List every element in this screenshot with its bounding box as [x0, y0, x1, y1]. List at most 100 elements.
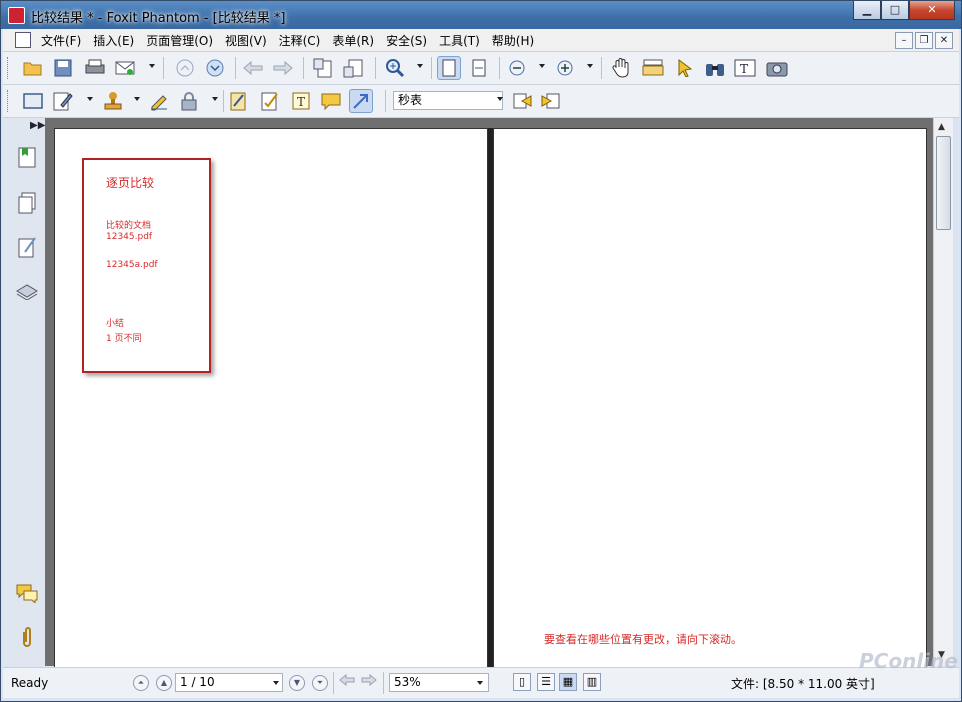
- back-icon[interactable]: [241, 56, 265, 80]
- comments-panel-icon[interactable]: [15, 580, 39, 606]
- font-select[interactable]: 秒表: [393, 91, 503, 110]
- continuous-view-icon[interactable]: ☰: [537, 673, 555, 691]
- email-icon[interactable]: [113, 56, 137, 80]
- minimize-button[interactable]: ▁: [853, 1, 881, 20]
- watermark: PConline: [859, 649, 958, 673]
- first-page-icon[interactable]: ⏶: [133, 675, 149, 691]
- fit-page-icon[interactable]: [437, 56, 461, 80]
- status-forward-icon[interactable]: [359, 670, 379, 690]
- next-difference-icon[interactable]: [539, 89, 563, 113]
- lock-icon[interactable]: [177, 89, 201, 113]
- continuous-facing-view-icon[interactable]: ▥: [583, 673, 601, 691]
- arrow-tool-icon[interactable]: [349, 89, 373, 113]
- document-view[interactable]: 逐页比较 比较的文档 12345.pdf 12345a.pdf 小结 1 页不同…: [45, 118, 933, 668]
- insert-page-icon[interactable]: [311, 56, 335, 80]
- next-page-icon[interactable]: [203, 56, 227, 80]
- note-edit-icon[interactable]: [51, 89, 75, 113]
- menu-comment[interactable]: 注释(C): [279, 32, 327, 49]
- zoom-level-dropdown-icon[interactable]: [477, 681, 483, 685]
- maximize-button[interactable]: □: [881, 1, 909, 20]
- main-toolbar: T: [3, 52, 959, 85]
- zoom-out-dropdown-icon[interactable]: [539, 64, 545, 68]
- next-page-status-icon[interactable]: ▼: [289, 675, 305, 691]
- single-page-view-icon[interactable]: ▯: [513, 673, 531, 691]
- note-edit-dropdown-icon[interactable]: [87, 97, 93, 101]
- menu-help[interactable]: 帮助(H): [492, 32, 540, 49]
- text-select-icon[interactable]: T: [733, 56, 757, 80]
- facing-view-icon[interactable]: ▦: [559, 673, 577, 691]
- previous-difference-icon[interactable]: [510, 89, 534, 113]
- zoom-in-dropdown-icon[interactable]: [587, 64, 593, 68]
- page-number-field[interactable]: 1 / 10: [175, 673, 283, 692]
- summary-title: 逐页比较: [106, 176, 155, 190]
- navigation-panel: ▶▶: [3, 118, 45, 666]
- find-binoculars-icon[interactable]: [703, 56, 727, 80]
- print-icon[interactable]: [83, 56, 107, 80]
- svg-text:T: T: [297, 95, 305, 109]
- lock-dropdown-icon[interactable]: [212, 97, 218, 101]
- compared-document-1: 12345.pdf: [106, 232, 153, 242]
- vertical-scrollbar[interactable]: ▲ ▼: [933, 118, 953, 666]
- zoom-tool-icon[interactable]: [383, 56, 407, 80]
- mdi-close-button[interactable]: ✕: [935, 32, 953, 49]
- zoom-in-icon[interactable]: [553, 56, 577, 80]
- zoom-level-field[interactable]: 53%: [389, 673, 489, 692]
- document-icon[interactable]: [15, 32, 31, 48]
- toolbar-grip-2[interactable]: [7, 90, 11, 112]
- pages-thumbnail-icon[interactable]: [15, 190, 39, 216]
- page-number-dropdown-icon[interactable]: [273, 681, 279, 685]
- left-page[interactable]: 逐页比较 比较的文档 12345.pdf 12345a.pdf 小结 1 页不同: [54, 128, 488, 668]
- previous-page-icon[interactable]: [173, 56, 197, 80]
- fit-width-icon[interactable]: [467, 56, 491, 80]
- bookmarks-icon[interactable]: [15, 144, 39, 170]
- font-select-dropdown-icon[interactable]: [497, 97, 503, 101]
- previous-page-status-icon[interactable]: ▲: [156, 675, 172, 691]
- status-back-icon[interactable]: [337, 670, 357, 690]
- hand-tool-icon[interactable]: [609, 56, 633, 80]
- open-folder-icon[interactable]: [21, 56, 45, 80]
- extract-page-icon[interactable]: [341, 56, 365, 80]
- last-page-icon[interactable]: ⏷: [312, 675, 328, 691]
- stamp-dropdown-icon[interactable]: [134, 97, 140, 101]
- attachments-paperclip-icon[interactable]: [15, 624, 39, 650]
- comment-bubble-icon[interactable]: [319, 89, 343, 113]
- app-window: 比较结果 * - Foxit Phantom - [比较结果 *] ▁ □ ✕ …: [0, 0, 962, 702]
- rectangle-tool-icon[interactable]: [21, 89, 45, 113]
- scroll-thumb[interactable]: [936, 136, 951, 230]
- window-title: 比较结果 * - Foxit Phantom - [比较结果 *]: [31, 11, 286, 26]
- menu-view[interactable]: 视图(V): [225, 32, 273, 49]
- stamp-icon[interactable]: [101, 89, 125, 113]
- menu-security[interactable]: 安全(S): [386, 32, 433, 49]
- menu-tools[interactable]: 工具(T): [439, 32, 486, 49]
- save-icon[interactable]: [51, 56, 75, 80]
- menu-form[interactable]: 表单(R): [332, 32, 380, 49]
- text-box-icon[interactable]: T: [289, 89, 313, 113]
- foxit-app-icon[interactable]: [8, 7, 25, 24]
- mdi-restore-button[interactable]: ❐: [915, 32, 933, 49]
- toolbar-grip[interactable]: [7, 57, 11, 79]
- typewriter-icon[interactable]: [641, 56, 665, 80]
- expand-panel-icon[interactable]: ▶▶: [30, 120, 45, 131]
- select-arrow-icon[interactable]: [673, 56, 697, 80]
- scroll-hint-text: 要查看在哪些位置有更改，请向下滚动。: [544, 633, 742, 646]
- menu-file[interactable]: 文件(F): [41, 32, 87, 49]
- summary-label: 小结: [106, 319, 125, 329]
- comment-toolbar: T 秒表: [3, 85, 959, 118]
- svg-text:T: T: [740, 62, 748, 76]
- close-button[interactable]: ✕: [909, 1, 955, 20]
- layers-icon[interactable]: [15, 278, 39, 304]
- zoom-out-icon[interactable]: [505, 56, 529, 80]
- right-page[interactable]: 要查看在哪些位置有更改，请向下滚动。: [493, 128, 927, 668]
- highlight-note-icon[interactable]: [227, 89, 251, 113]
- mdi-minimize-button[interactable]: –: [895, 32, 913, 49]
- menu-insert[interactable]: 插入(E): [93, 32, 140, 49]
- forward-icon[interactable]: [271, 56, 295, 80]
- zoom-tool-dropdown-icon[interactable]: [417, 64, 423, 68]
- email-dropdown-icon[interactable]: [149, 64, 155, 68]
- comments-list-icon[interactable]: [15, 234, 39, 260]
- snapshot-camera-icon[interactable]: [765, 56, 789, 80]
- sign-document-icon[interactable]: [259, 89, 283, 113]
- menu-page-management[interactable]: 页面管理(O): [146, 32, 219, 49]
- sign-pencil-icon[interactable]: [147, 89, 171, 113]
- scroll-up-icon[interactable]: ▲: [938, 122, 945, 132]
